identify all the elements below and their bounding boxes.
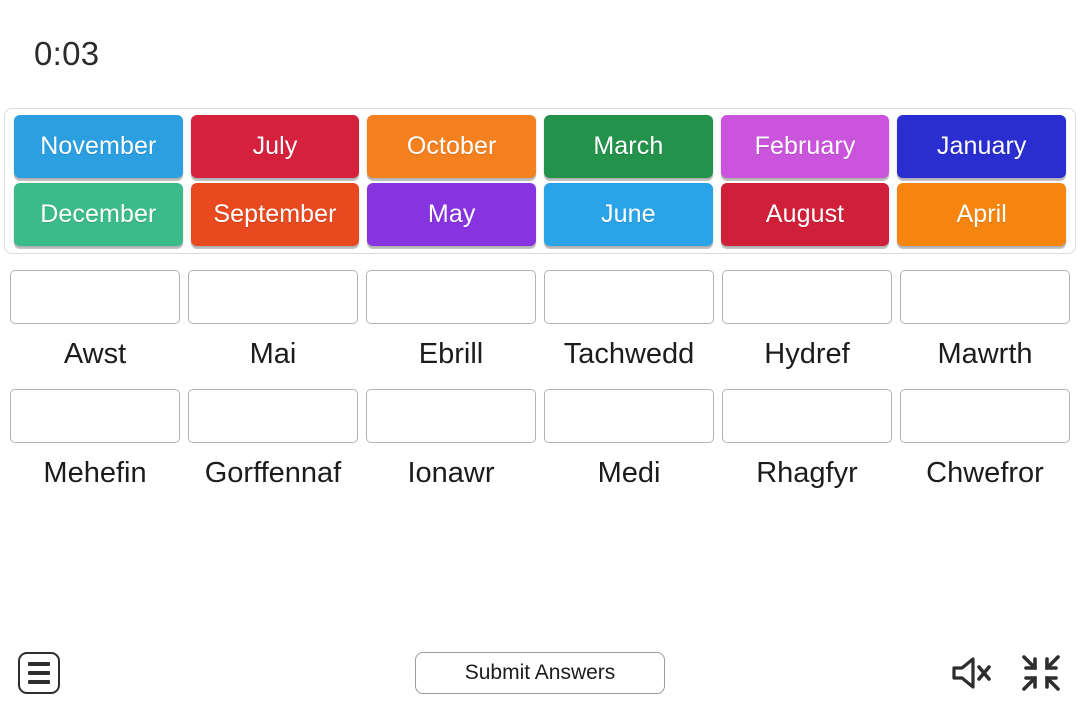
- footer-right-group: [950, 653, 1062, 693]
- drop-zone-row-2: Mehefin Gorffennaf Ionawr Medi Rhagfyr Chwefr…: [6, 388, 1074, 490]
- drop-zone-label: Chwefror: [926, 456, 1044, 489]
- drop-target-rhagfyr[interactable]: [722, 388, 892, 443]
- tile-may[interactable]: May: [367, 183, 537, 246]
- drop-target-tachwedd[interactable]: [544, 270, 714, 324]
- drop-zone-cell: Rhagfyr: [722, 388, 892, 490]
- tile-september[interactable]: September: [190, 183, 360, 246]
- drop-zone-cell: Mehefin: [10, 388, 180, 490]
- footer-left-group: [18, 652, 60, 694]
- tile-november[interactable]: November: [14, 115, 183, 178]
- drop-zone-label: Mawrth: [937, 338, 1033, 370]
- hamburger-menu-icon[interactable]: [18, 652, 60, 694]
- drop-target-ebrill[interactable]: [366, 270, 536, 324]
- drop-target-chwefror[interactable]: [900, 388, 1070, 443]
- exit-fullscreen-icon[interactable]: [1020, 653, 1062, 693]
- drop-zone-cell: Ionawr: [366, 388, 536, 490]
- drop-zone-label: Hydref: [764, 338, 850, 370]
- drop-zone-label: Mai: [249, 338, 297, 370]
- timer-bar: 0:03: [0, 0, 1080, 108]
- drop-zone-cell: Chwefror: [900, 388, 1070, 490]
- tile-april[interactable]: April: [897, 183, 1067, 246]
- drop-zone-label: Medi: [597, 456, 661, 489]
- drop-zone-cell: Mai: [188, 270, 358, 371]
- drop-zone-cell: Hydref: [722, 270, 892, 371]
- submit-answers-button[interactable]: Submit Answers: [415, 652, 665, 694]
- match-up-activity: 0:03 November July October March February Jan…: [0, 0, 1080, 720]
- tile-december[interactable]: December: [14, 183, 183, 246]
- drop-target-mawrth[interactable]: [900, 270, 1070, 324]
- drop-target-gorffennaf[interactable]: [188, 388, 358, 443]
- drop-zone-cell: Mawrth: [900, 270, 1070, 371]
- tile-february[interactable]: February: [720, 115, 890, 178]
- drop-target-mehefin[interactable]: [10, 388, 180, 443]
- menu-line: [28, 680, 50, 684]
- drop-zone-cell: Tachwedd: [544, 270, 714, 371]
- footer-bar: Submit Answers: [0, 632, 1080, 720]
- drop-zone-label: Ebrill: [418, 338, 484, 370]
- menu-line: [28, 671, 50, 675]
- drop-target-ionawr[interactable]: [366, 388, 536, 443]
- tile-row-1: November July October March February January: [10, 115, 1070, 178]
- drop-target-hydref[interactable]: [722, 270, 892, 324]
- tile-august[interactable]: August: [720, 183, 890, 246]
- draggable-tiles-tray: November July October March February January …: [4, 108, 1076, 254]
- drop-zone-grid: Awst Mai Ebrill Tachwedd Hydref Mawrth Mehefi…: [0, 254, 1080, 632]
- tile-october[interactable]: October: [367, 115, 537, 178]
- drop-target-mai[interactable]: [188, 270, 358, 324]
- speaker-muted-icon[interactable]: [950, 653, 994, 693]
- tile-row-2: December September May June August April: [10, 183, 1070, 246]
- drop-zone-label: Rhagfyr: [756, 456, 858, 489]
- drop-zone-label: Gorffennaf: [204, 456, 342, 489]
- drop-zone-label: Awst: [63, 338, 127, 370]
- drop-zone-label: Mehefin: [43, 456, 147, 489]
- drop-zone-cell: Ebrill: [366, 270, 536, 371]
- timer-display: 0:03: [34, 35, 100, 72]
- drop-zone-row-1: Awst Mai Ebrill Tachwedd Hydref Mawrth: [6, 270, 1074, 371]
- menu-line: [28, 662, 50, 666]
- tile-june[interactable]: June: [544, 183, 713, 246]
- tile-march[interactable]: March: [544, 115, 713, 178]
- tile-july[interactable]: July: [190, 115, 360, 178]
- tile-january[interactable]: January: [897, 115, 1067, 178]
- drop-target-medi[interactable]: [544, 388, 714, 443]
- drop-zone-cell: Medi: [544, 388, 714, 490]
- drop-zone-cell: Gorffennaf: [188, 388, 358, 490]
- footer-center-group: Submit Answers: [0, 652, 1080, 694]
- drop-zone-label: Ionawr: [407, 456, 495, 489]
- drop-target-awst[interactable]: [10, 270, 180, 324]
- drop-zone-cell: Awst: [10, 270, 180, 371]
- drop-zone-label: Tachwedd: [563, 338, 695, 370]
